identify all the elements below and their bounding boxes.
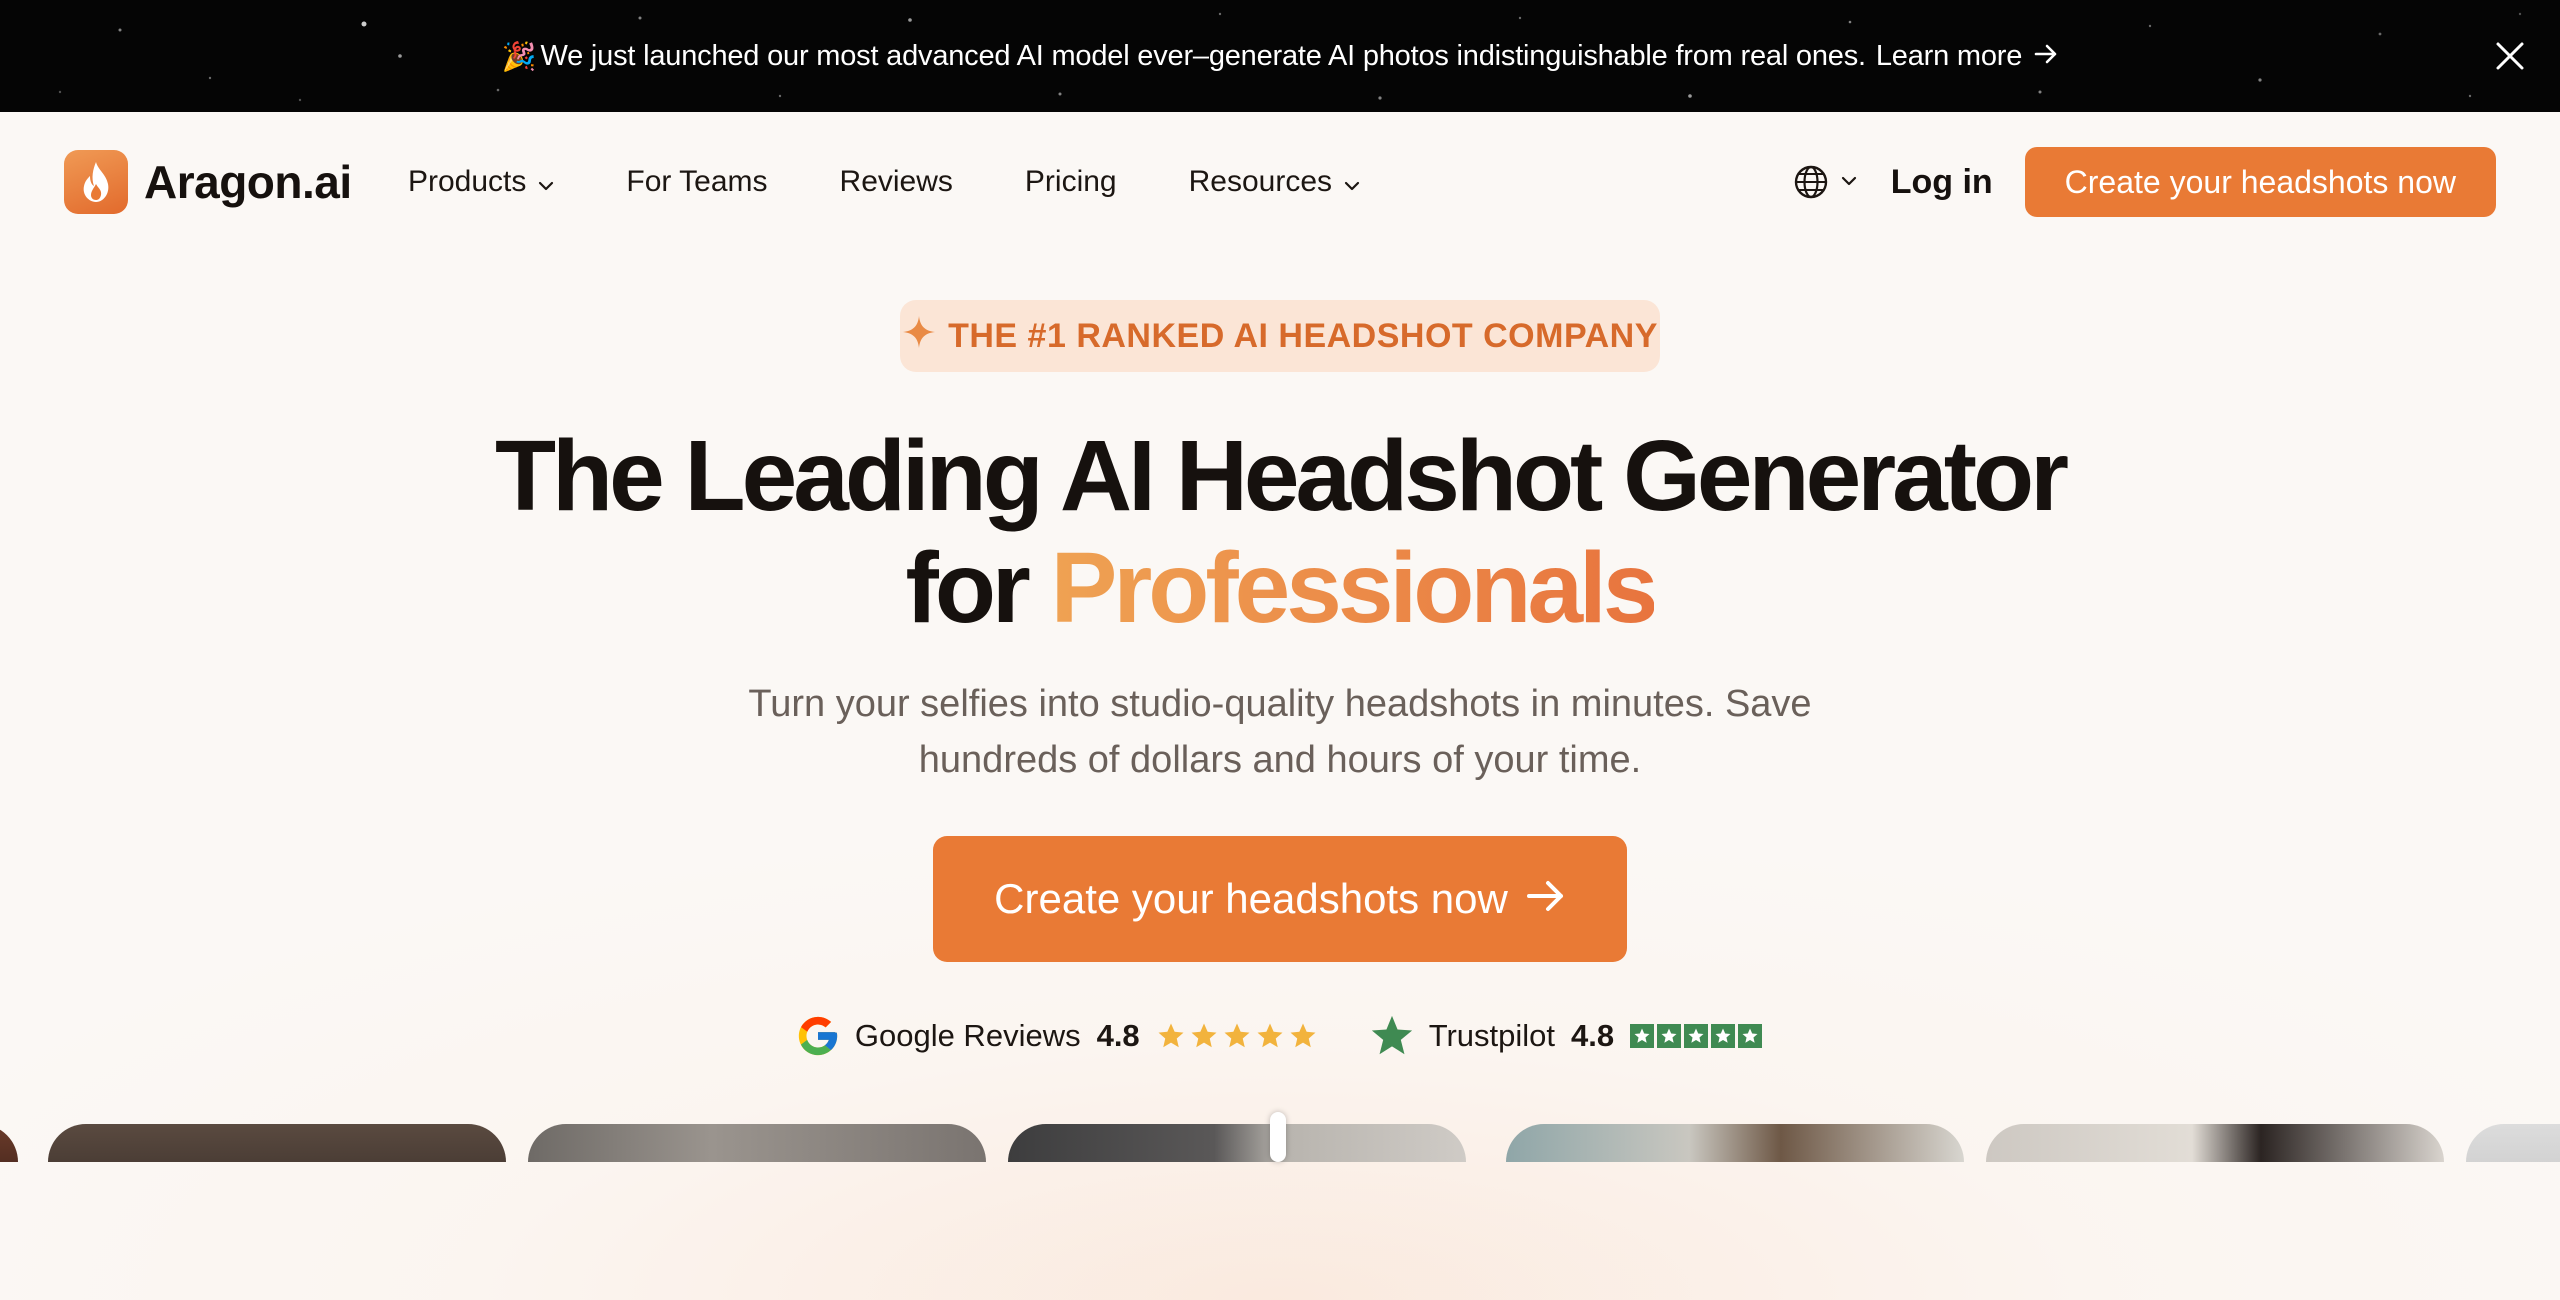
nav-item-label: Resources bbox=[1188, 165, 1333, 198]
login-link[interactable]: Log in bbox=[1891, 163, 1993, 202]
star-icon bbox=[1711, 1024, 1736, 1048]
trustpilot-rating: Trustpilot 4.8 bbox=[1369, 1013, 1765, 1059]
headshot-photo bbox=[0, 1124, 18, 1162]
nav-item-label: Pricing bbox=[1024, 165, 1117, 198]
nav-item-label: For Teams bbox=[626, 165, 768, 198]
star-icon bbox=[1738, 1024, 1763, 1048]
arrow-right-icon bbox=[2034, 40, 2058, 73]
nav-actions: Log in Create your headshots now bbox=[1793, 112, 2496, 252]
logo-text: Aragon.ai bbox=[144, 156, 352, 208]
ranking-badge-text: THE #1 RANKED AI HEADSHOT COMPANY bbox=[948, 316, 1658, 355]
nav-item-for-teams[interactable]: For Teams bbox=[626, 165, 767, 199]
nav-item-label: Products bbox=[408, 165, 527, 198]
headshot-photo bbox=[48, 1124, 506, 1162]
flame-icon bbox=[64, 150, 128, 214]
chevron-down-icon bbox=[1841, 173, 1857, 191]
headshot-photo bbox=[1986, 1124, 2444, 1162]
nav-create-headshots-button[interactable]: Create your headshots now bbox=[2024, 147, 2496, 217]
nav-item-reviews[interactable]: Reviews bbox=[840, 165, 953, 199]
announcement-bar: 🎉 We just launched our most advanced AI … bbox=[0, 0, 2560, 112]
hero-subtitle: Turn your selfies into studio-quality he… bbox=[748, 683, 1812, 781]
learn-more-label: Learn more bbox=[1875, 39, 2023, 72]
hero-cta-label: Create your headshots now bbox=[994, 875, 1508, 922]
ratings-row: Google Reviews 4.8 Trustpilot 4.8 bbox=[0, 1010, 2560, 1062]
language-selector[interactable] bbox=[1793, 164, 1857, 200]
rating-score: 4.8 bbox=[1096, 1018, 1140, 1053]
hero-title: The Leading AI Headshot Generator for Pr… bbox=[0, 420, 2560, 644]
star-icon bbox=[1630, 1024, 1655, 1048]
star-icon bbox=[1657, 1024, 1682, 1048]
announcement-message: 🎉 We just launched our most advanced AI … bbox=[0, 0, 2560, 112]
hero-create-headshots-button[interactable]: Create your headshots now bbox=[933, 836, 1627, 962]
star-icon bbox=[1158, 1023, 1184, 1048]
comparison-slider-handle[interactable] bbox=[1270, 1112, 1286, 1162]
star-rating bbox=[1630, 1024, 1765, 1048]
rating-source: Trustpilot bbox=[1428, 1018, 1556, 1053]
logo-link[interactable]: Aragon.ai bbox=[64, 150, 352, 214]
star-icon bbox=[1191, 1023, 1217, 1048]
nav-links: Products For Teams Reviews Pricing Resou… bbox=[408, 112, 1432, 252]
headshot-photo bbox=[528, 1124, 986, 1162]
google-rating: Google Reviews 4.8 bbox=[795, 1013, 1321, 1059]
headshot-photo bbox=[1506, 1124, 1964, 1162]
close-announcement-button[interactable] bbox=[2490, 36, 2530, 76]
arrow-right-icon bbox=[1526, 875, 1566, 923]
star-icon bbox=[1290, 1023, 1316, 1048]
rating-source: Google Reviews bbox=[854, 1018, 1081, 1053]
learn-more-link[interactable]: Learn more bbox=[1876, 40, 2058, 73]
announcement-text: We just launched our most advanced AI mo… bbox=[540, 39, 1867, 72]
hero-title-for: for bbox=[905, 532, 1031, 644]
rating-score: 4.8 bbox=[1571, 1018, 1615, 1053]
hero-title-accent: Professionals bbox=[1050, 532, 1659, 644]
main-navigation: Aragon.ai Products For Teams Reviews Pri… bbox=[0, 112, 2560, 252]
google-icon bbox=[798, 1016, 838, 1056]
star-icon bbox=[1224, 1023, 1250, 1048]
trustpilot-star-icon bbox=[1371, 1015, 1412, 1055]
party-popper-icon: 🎉 bbox=[501, 40, 537, 72]
star-rating bbox=[1156, 1021, 1321, 1051]
globe-icon bbox=[1794, 165, 1827, 199]
star-icon bbox=[1684, 1024, 1709, 1048]
chevron-down-icon bbox=[538, 165, 554, 199]
nav-item-products[interactable]: Products bbox=[408, 165, 554, 199]
nav-item-label: Reviews bbox=[839, 165, 953, 198]
sparkle-icon bbox=[902, 315, 936, 358]
chevron-down-icon bbox=[1344, 165, 1360, 199]
star-icon bbox=[1257, 1023, 1283, 1048]
close-icon bbox=[2496, 42, 2524, 70]
hero-title-line1: The Leading AI Headshot Generator bbox=[494, 420, 2069, 532]
headshot-photo bbox=[2466, 1124, 2560, 1162]
headshot-photo bbox=[1008, 1124, 1466, 1162]
nav-item-pricing[interactable]: Pricing bbox=[1025, 165, 1117, 199]
ranking-badge: THE #1 RANKED AI HEADSHOT COMPANY bbox=[900, 300, 1660, 372]
nav-item-resources[interactable]: Resources bbox=[1189, 165, 1360, 199]
